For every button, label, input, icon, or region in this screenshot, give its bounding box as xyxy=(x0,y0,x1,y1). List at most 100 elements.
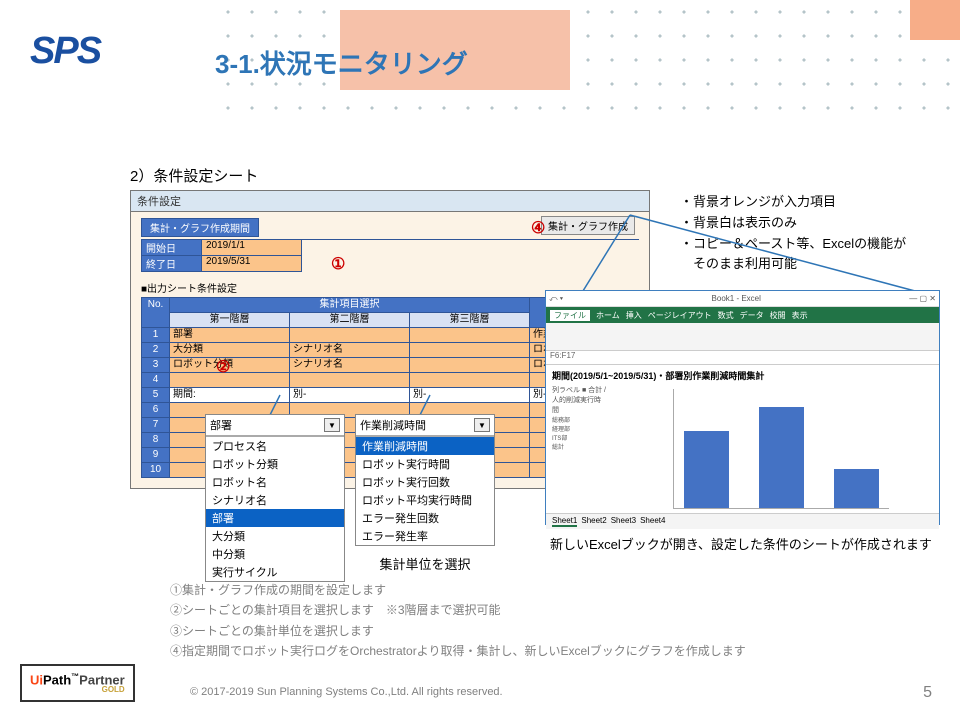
section-heading: 2）条件設定シート xyxy=(130,165,258,186)
sheet-tab[interactable]: Sheet2 xyxy=(581,516,606,527)
dropdown-option[interactable]: シナリオ名 xyxy=(206,491,344,509)
pivot-row: 経理部 xyxy=(552,424,607,433)
chart-legend: 列ラベル ■ 合計 / 人的削減実行時間 xyxy=(552,385,607,415)
cell[interactable]: 部署 xyxy=(170,328,290,343)
dropdown-option[interactable]: 実行サイクル xyxy=(206,563,344,581)
row-no: 4 xyxy=(142,373,170,388)
dropdown2-caption: 集計単位を選択 xyxy=(355,554,495,573)
row-no: 2 xyxy=(142,343,170,358)
cell[interactable] xyxy=(410,373,530,388)
note-3: ③シートごとの集計単位を選択します xyxy=(170,621,746,641)
start-date-value[interactable]: 2019/1/1 xyxy=(202,240,302,256)
excel-book-title: Book1 - Excel xyxy=(712,294,761,303)
dropdown-option[interactable]: ロボット実行時間 xyxy=(356,455,494,473)
dropdown-aggregate-item[interactable]: 部署 ▼ プロセス名ロボット分類ロボット名シナリオ名部署大分類中分類実行サイクル xyxy=(205,414,345,582)
col-group: 集計項目選択 xyxy=(170,298,530,313)
excel-preview: ⤺ ▾ Book1 - Excel — ▢ ✕ ファイル ホーム 挿入 ページレ… xyxy=(545,290,940,525)
dropdown-selected: 部署 xyxy=(210,417,232,433)
marker-2: ② xyxy=(216,357,230,377)
sps-logo: SPS xyxy=(30,30,100,73)
page-number: 5 xyxy=(923,684,932,702)
row-no: 5 xyxy=(142,388,170,403)
dropdown-option[interactable]: 中分類 xyxy=(206,545,344,563)
dropdown-option[interactable]: ロボット分類 xyxy=(206,455,344,473)
dropdown-option[interactable]: 作業削減時間 xyxy=(356,437,494,455)
excel-menu[interactable]: 挿入 xyxy=(626,310,642,321)
legend-notes: ・背景オレンジが入力項目 ・背景白は表示のみ ・コピー＆ペースト等、Excelの… xyxy=(680,192,906,275)
excel-file-tab[interactable]: ファイル xyxy=(550,310,590,321)
row-no: 6 xyxy=(142,403,170,418)
page-title: 3-1.状況モニタリング xyxy=(215,44,468,81)
cell[interactable]: シナリオ名 xyxy=(290,358,410,373)
dropdown-option[interactable]: ロボット平均実行時間 xyxy=(356,491,494,509)
chart-title: 期間(2019/5/1~2019/5/31)・部署別作業削減時間集計 xyxy=(552,369,933,382)
dropdown-aggregate-unit[interactable]: 作業削減時間 ▼ 作業削減時間ロボット実行時間ロボット実行回数ロボット平均実行時… xyxy=(355,414,495,546)
numbered-notes: ①集計・グラフ作成の期間を設定します ②シートごとの集計項目を選択します ※3階… xyxy=(170,580,746,662)
cell[interactable] xyxy=(290,328,410,343)
note-2: ②シートごとの集計項目を選択します ※3階層まで選択可能 xyxy=(170,600,746,620)
excel-menu[interactable]: 校閲 xyxy=(770,310,786,321)
cell: 別- xyxy=(290,388,410,403)
excel-menu[interactable]: 数式 xyxy=(718,310,734,321)
row-no: 8 xyxy=(142,433,170,448)
dropdown-option[interactable]: 大分類 xyxy=(206,527,344,545)
row-no: 10 xyxy=(142,463,170,478)
dropdown-option[interactable]: 部署 xyxy=(206,509,344,527)
col-no: No. xyxy=(142,298,170,328)
uipath-partner-logo: UiPath™Partner GOLD xyxy=(20,664,135,702)
period-grid: 開始日 2019/1/1 終了日 2019/5/31 xyxy=(141,239,639,272)
dropdown-option[interactable]: ロボット名 xyxy=(206,473,344,491)
legend-line: ・背景オレンジが入力項目 xyxy=(680,192,906,213)
sheet-caption: 条件設定 xyxy=(131,191,649,212)
excel-menu[interactable]: 表示 xyxy=(792,310,808,321)
dropdown-option[interactable]: プロセス名 xyxy=(206,437,344,455)
marker-1: ① xyxy=(331,254,345,274)
sheet-tab[interactable]: Sheet1 xyxy=(552,516,577,527)
sheet-tab[interactable]: Sheet4 xyxy=(640,516,665,527)
row-no: 3 xyxy=(142,358,170,373)
legend-line: そのまま利用可能 xyxy=(680,254,906,275)
cell[interactable]: 大分類 xyxy=(170,343,290,358)
pivot-row: 総務部 xyxy=(552,415,607,424)
cell: 期間: xyxy=(170,388,290,403)
sheet-tab[interactable]: Sheet3 xyxy=(611,516,636,527)
row-no: 9 xyxy=(142,448,170,463)
subcol-3: 第三階層 xyxy=(410,313,530,328)
period-header: 集計・グラフ作成期間 xyxy=(141,218,259,237)
excel-menu[interactable]: ホーム xyxy=(596,310,620,321)
dropdown-option[interactable]: ロボット実行回数 xyxy=(356,473,494,491)
dropdown-option[interactable]: エラー発生回数 xyxy=(356,509,494,527)
cell[interactable] xyxy=(410,358,530,373)
excel-formula-bar: F6:F17 xyxy=(546,351,939,365)
bar-chart xyxy=(673,389,889,509)
window-controls: — ▢ ✕ xyxy=(909,294,936,303)
excel-menu[interactable]: ページレイアウト xyxy=(648,310,712,321)
subcol-2: 第二階層 xyxy=(290,313,410,328)
create-chart-button[interactable]: 集計・グラフ作成 xyxy=(541,216,635,235)
dropdown-option[interactable]: エラー発生率 xyxy=(356,527,494,545)
excel-toolbar xyxy=(546,323,939,351)
excel-menu[interactable]: データ xyxy=(740,310,764,321)
chart-bar xyxy=(759,407,804,508)
chart-bar xyxy=(684,431,729,508)
dropdown-selected: 作業削減時間 xyxy=(360,417,426,433)
marker-4: ④ xyxy=(531,218,545,238)
note-4: ④指定期間でロボット実行ログをOrchestratorより取得・集計し、新しいE… xyxy=(170,641,746,661)
start-date-label: 開始日 xyxy=(142,240,202,256)
excel-caption: 新しいExcelブックが開き、設定した条件のシートが作成されます xyxy=(550,534,940,553)
cell: 別- xyxy=(410,388,530,403)
cell[interactable] xyxy=(410,328,530,343)
legend-line: ・コピー＆ペースト等、Excelの機能が xyxy=(680,234,906,255)
row-no: 7 xyxy=(142,418,170,433)
cell[interactable]: シナリオ名 xyxy=(290,343,410,358)
pivot-row: 総計 xyxy=(552,442,607,451)
end-date-value[interactable]: 2019/5/31 xyxy=(202,256,302,272)
chevron-down-icon[interactable]: ▼ xyxy=(324,418,340,432)
end-date-label: 終了日 xyxy=(142,256,202,272)
cell[interactable] xyxy=(290,373,410,388)
copyright: © 2017-2019 Sun Planning Systems Co.,Ltd… xyxy=(190,686,503,698)
chevron-down-icon[interactable]: ▼ xyxy=(474,418,490,432)
cell[interactable] xyxy=(410,343,530,358)
legend-line: ・背景白は表示のみ xyxy=(680,213,906,234)
excel-qa-icons: ⤺ ▾ xyxy=(549,294,563,304)
